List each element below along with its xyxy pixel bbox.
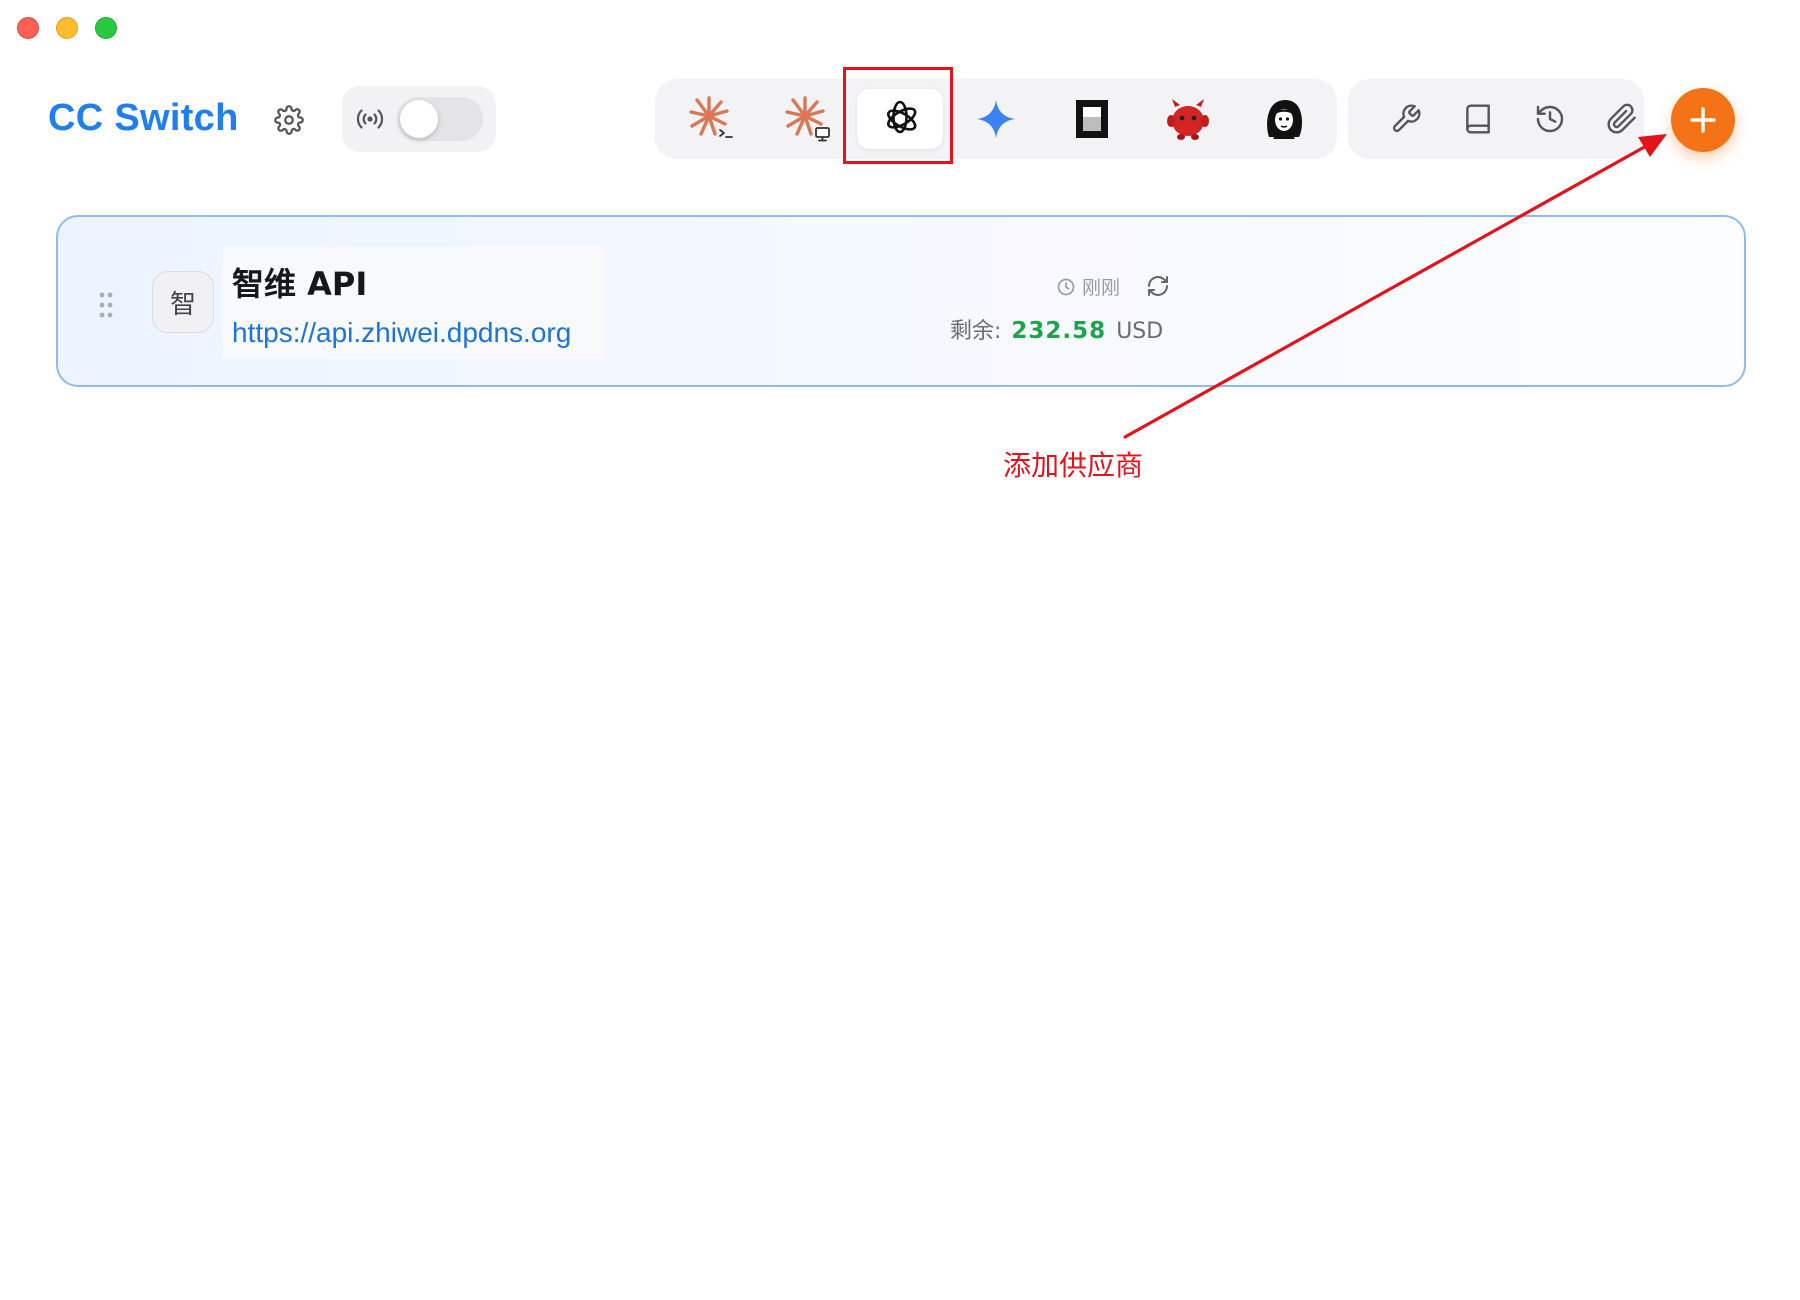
settings-button[interactable]: [271, 102, 307, 138]
window-controls: [17, 17, 117, 39]
proxy-toggle[interactable]: [397, 97, 483, 141]
claude-desktop-icon: [785, 96, 830, 142]
history-button[interactable]: [1528, 97, 1572, 141]
add-provider-button[interactable]: [1671, 88, 1735, 152]
radio-signal-icon: [352, 101, 388, 137]
tab-gemini[interactable]: [953, 89, 1039, 149]
tool-buttons: [1348, 79, 1644, 159]
zoom-window-button[interactable]: [95, 17, 117, 39]
plus-icon: [1690, 107, 1716, 133]
minimize-window-button[interactable]: [56, 17, 78, 39]
usage-balance: 剩余: 232.58 USD: [950, 313, 1163, 345]
book-button[interactable]: [1456, 97, 1500, 141]
proxy-control: [342, 86, 496, 152]
provider-avatar: 智: [152, 271, 214, 333]
annotation-arrow: [1123, 134, 1667, 439]
refresh-usage-button[interactable]: [1143, 271, 1173, 301]
history-icon: [1536, 105, 1564, 133]
portrait-icon: [1267, 100, 1302, 139]
refresh-icon: [1148, 276, 1168, 296]
active-tab-highlight: [843, 67, 953, 164]
provider-url[interactable]: https://api.zhiwei.dpdns.org: [232, 317, 571, 349]
tab-red-mascot[interactable]: [1145, 89, 1231, 149]
red-mascot-icon: [1167, 99, 1209, 140]
gemini-sparkle-icon: [977, 100, 1015, 138]
gear-icon: [274, 105, 304, 135]
balance-unit: USD: [1116, 319, 1164, 344]
app-title: CC Switch: [48, 97, 239, 139]
tab-claude-desktop[interactable]: [765, 89, 851, 149]
toggle-knob: [400, 100, 438, 138]
tab-claude-code[interactable]: [669, 89, 755, 149]
opencode-icon: [1076, 100, 1108, 138]
provider-name: 智维 API: [232, 265, 368, 303]
app-tabs: [655, 79, 1337, 159]
claude-cli-icon: [689, 96, 733, 138]
balance-value: 232.58: [1011, 318, 1107, 344]
annotation-label: 添加供应商: [1003, 449, 1144, 482]
usage-updated: 刚刚: [1056, 273, 1120, 300]
updated-time: 刚刚: [1082, 277, 1121, 299]
balance-label: 剩余:: [950, 319, 1002, 344]
drag-handle-icon[interactable]: [98, 291, 114, 319]
provider-card[interactable]: 智 智维 API https://api.zhiwei.dpdns.org 刚刚…: [56, 215, 1746, 387]
clock-icon: [1057, 278, 1075, 295]
close-window-button[interactable]: [17, 17, 39, 39]
wrench-button[interactable]: [1384, 97, 1428, 141]
tab-opencode[interactable]: [1049, 89, 1135, 149]
wrench-icon: [1392, 104, 1421, 133]
book-icon: [1466, 104, 1490, 134]
tab-portrait[interactable]: [1241, 89, 1327, 149]
provider-info: 智维 API https://api.zhiwei.dpdns.org: [222, 247, 606, 359]
paperclip-icon: [1607, 103, 1636, 134]
attachment-button[interactable]: [1600, 97, 1644, 141]
app-window: CC Switch 智 智维 API https://api.zhiwei.dp…: [0, 0, 1800, 1300]
